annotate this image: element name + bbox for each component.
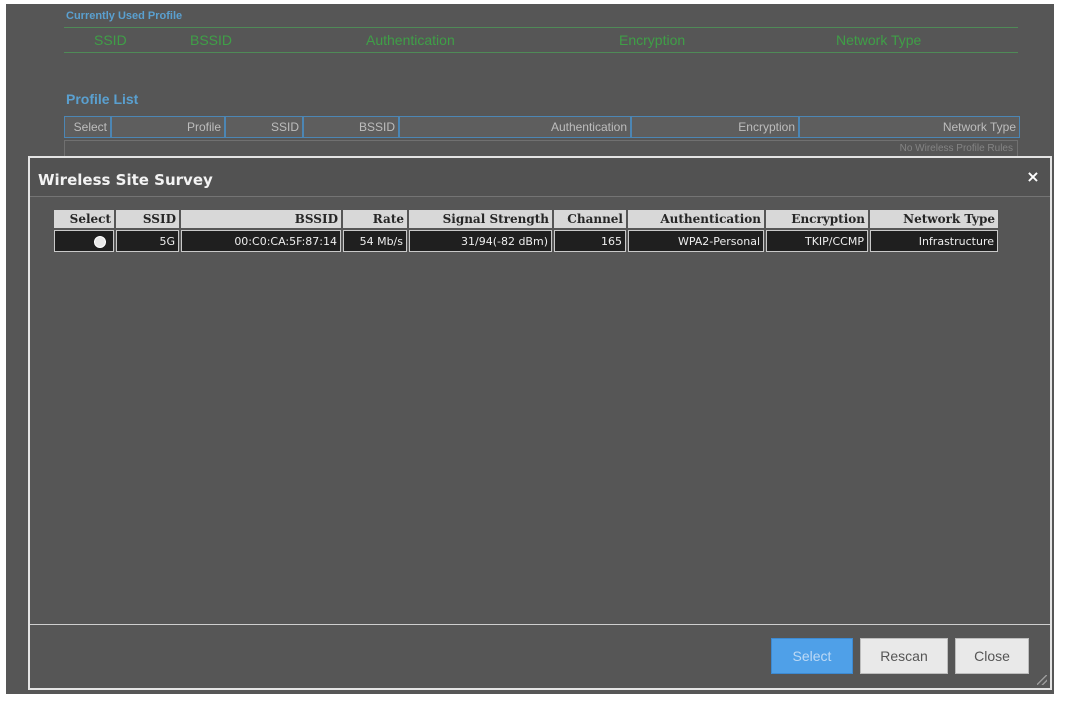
close-icon[interactable]: × (1026, 169, 1040, 185)
col-encryption: Encryption (766, 210, 868, 228)
table-header-row: Select SSID BSSID Rate Signal Strength C… (54, 210, 998, 228)
site-survey-table: Select SSID BSSID Rate Signal Strength C… (52, 208, 1000, 254)
profile-list-header: Select Profile SSID BSSID Authentication… (64, 116, 1020, 138)
col-rate: Rate (343, 210, 407, 228)
profile-col-authentication: Authentication (399, 116, 631, 138)
resize-grip-icon[interactable] (1037, 675, 1047, 685)
current-col-encryption: Encryption (619, 32, 686, 48)
col-ssid: SSID (116, 210, 179, 228)
current-col-network-type: Network Type (836, 32, 922, 48)
col-bssid: BSSID (181, 210, 341, 228)
col-signal-strength: Signal Strength (409, 210, 552, 228)
profile-list-empty-text: No Wireless Profile Rules (899, 143, 1013, 154)
col-network-type: Network Type (870, 210, 998, 228)
profile-col-bssid: BSSID (303, 116, 399, 138)
row-network-type: Infrastructure (870, 230, 998, 252)
current-col-authentication: Authentication (366, 32, 455, 48)
wireless-site-survey-dialog: Wireless Site Survey × Select SSID BSSID… (28, 156, 1052, 690)
dialog-titlebar[interactable]: Wireless Site Survey × (30, 158, 1050, 197)
profile-col-encryption: Encryption (631, 116, 799, 138)
profile-list-title: Profile List (66, 91, 139, 107)
close-button[interactable]: Close (955, 638, 1029, 674)
current-col-bssid: BSSID (190, 32, 233, 48)
row-select-cell[interactable] (54, 230, 114, 252)
dialog-footer-divider (30, 624, 1050, 625)
col-channel: Channel (554, 210, 626, 228)
row-channel: 165 (554, 230, 626, 252)
profile-col-select: Select (64, 116, 111, 138)
rescan-button[interactable]: Rescan (860, 638, 948, 674)
radio-button[interactable] (94, 235, 106, 248)
current-profile-title: Currently Used Profile (66, 10, 183, 22)
select-button[interactable]: Select (771, 638, 853, 674)
col-select: Select (54, 210, 114, 228)
current-col-ssid: SSID (94, 32, 127, 48)
row-authentication: WPA2-Personal (628, 230, 764, 252)
row-signal-strength: 31/94(-82 dBm) (409, 230, 552, 252)
profile-col-profile: Profile (111, 116, 225, 138)
row-encryption: TKIP/CCMP (766, 230, 868, 252)
row-ssid: 5G (116, 230, 179, 252)
profile-col-network-type: Network Type (799, 116, 1020, 138)
dialog-title: Wireless Site Survey (38, 171, 213, 189)
row-bssid: 00:C0:CA:5F:87:14 (181, 230, 341, 252)
col-authentication: Authentication (628, 210, 764, 228)
current-profile-header: SSID BSSID Authentication Encryption Net… (64, 27, 1018, 53)
table-row[interactable]: 5G 00:C0:CA:5F:87:14 54 Mb/s 31/94(-82 d… (54, 230, 998, 252)
row-rate: 54 Mb/s (343, 230, 407, 252)
profile-col-ssid: SSID (225, 116, 303, 138)
